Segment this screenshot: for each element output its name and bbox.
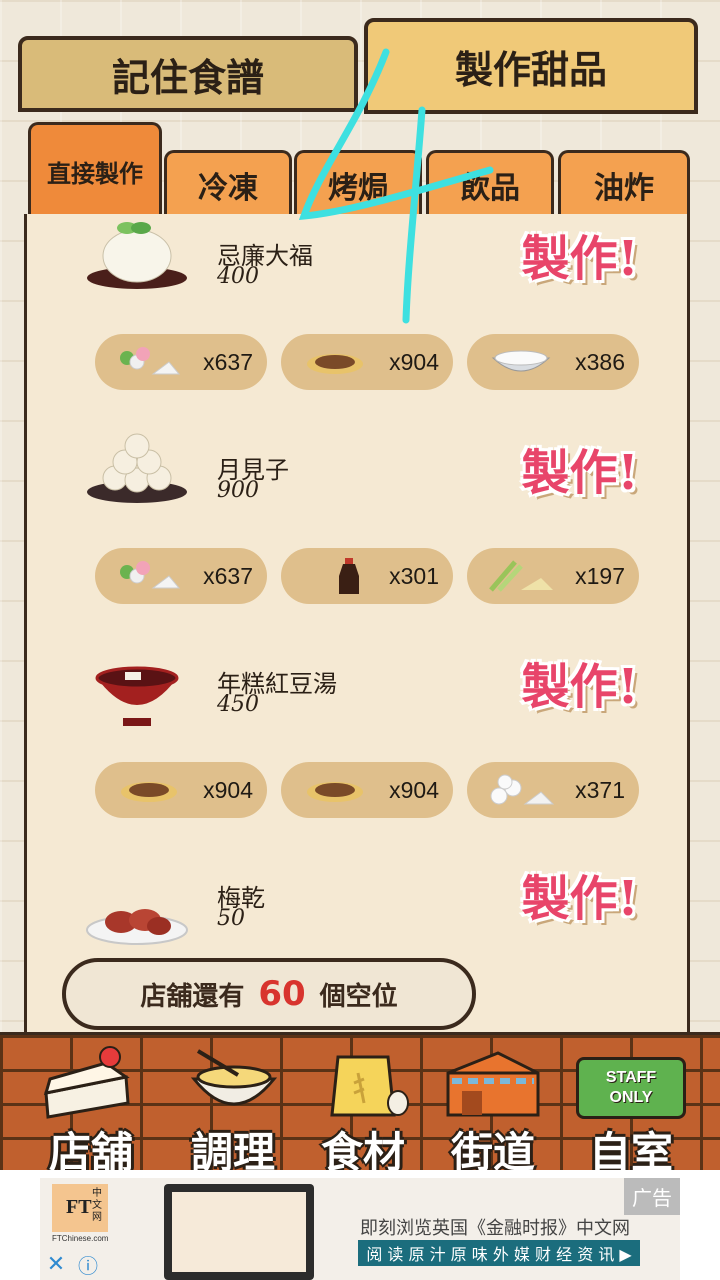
subtab-direct[interactable]: 直接製作: [28, 122, 162, 218]
bean-powder-icon: [307, 354, 363, 374]
make-button[interactable]: 製作!: [505, 862, 655, 927]
ingredient-chip: x386: [467, 334, 639, 390]
ingredient-chip: x371: [467, 762, 639, 818]
dango-flour-icon: [120, 561, 181, 589]
street-shop-icon: [446, 1051, 540, 1117]
nav-ingredients[interactable]: 食材: [298, 1043, 428, 1177]
ingredient-count: x197: [575, 562, 625, 589]
ingredient-count: x904: [203, 776, 253, 803]
dango-flour-icon: [120, 347, 181, 375]
dish-red-bean-soup-icon: [95, 666, 179, 726]
bean-powder-icon: [121, 782, 177, 802]
ad-screenshot-image: [164, 1184, 314, 1280]
ingredient-count: x301: [389, 562, 439, 589]
ingredient-chip: x904: [281, 334, 453, 390]
cake-icon: [43, 1046, 130, 1119]
dish-tsukimi-dango-icon: [87, 433, 187, 503]
ingredient-count: x637: [203, 562, 253, 589]
ad-headline: 即刻浏览英国《金融时报》中文网: [360, 1218, 630, 1239]
make-button[interactable]: 製作!: [505, 222, 655, 287]
ft-logo-text: FT: [66, 1196, 92, 1218]
seat-status-prefix: 店舖還有: [140, 981, 245, 1012]
soy-sauce-icon: [339, 558, 359, 594]
make-button[interactable]: 製作!: [505, 650, 655, 715]
nav-shop[interactable]: 店舖: [26, 1043, 156, 1177]
ingredient-chip: x904: [95, 762, 267, 818]
dish-price: 400: [217, 264, 259, 289]
recipe-list[interactable]: 忌廉大福 400 製作! x637 x904 x386 月見子 900 製作! …: [24, 214, 690, 1034]
ingredient-count: x904: [389, 348, 439, 375]
flour-sack-icon: [330, 1055, 409, 1117]
staff-only-text: STAFF ONLY: [605, 1069, 657, 1106]
bottom-navigation: 店舖 調理 食材 街道 STAFF ONLY 自室: [0, 1032, 720, 1177]
ingredient-count: x637: [203, 348, 253, 375]
subtab-fry[interactable]: 油炸: [558, 150, 690, 216]
make-button[interactable]: 製作!: [505, 436, 655, 501]
ft-logo: FT 中文网: [52, 1184, 108, 1232]
ingredient-count: x904: [389, 776, 439, 803]
shop-seat-status: 店舖還有 60 個空位: [62, 958, 476, 1030]
ad-label: 广告: [624, 1178, 680, 1215]
subtab-bake[interactable]: 烤焗: [294, 150, 422, 216]
tab-make-dessert[interactable]: 製作甜品: [364, 18, 698, 114]
ad-close-icon[interactable]: ✕: [42, 1250, 70, 1278]
ad-content[interactable]: FT 中文网 FTChinese.com 即刻浏览英国《金融时报》中文网 阅 读…: [40, 1178, 680, 1280]
ingredient-count: x386: [575, 348, 625, 375]
ingredient-chip: x904: [281, 762, 453, 818]
mochi-flour-icon: [490, 774, 555, 805]
dish-cream-daifuku-icon: [87, 222, 187, 289]
subtab-drink[interactable]: 飲品: [426, 150, 554, 216]
ad-banner[interactable]: FT 中文网 FTChinese.com 即刻浏览英国《金融时报》中文网 阅 读…: [0, 1170, 720, 1280]
ingredient-chip: x637: [95, 548, 267, 604]
ingredient-count: x371: [575, 776, 625, 803]
seat-count: 60: [258, 974, 306, 1014]
tab-recipes[interactable]: 記住食譜: [18, 36, 358, 112]
mixing-bowl-icon: [190, 1049, 278, 1106]
subtab-cold[interactable]: 冷凍: [164, 150, 292, 216]
ad-site: FTChinese.com: [52, 1234, 109, 1243]
ad-cta-button[interactable]: 阅 读 原 汁 原 味 外 媒 财 经 资 讯 ▶: [358, 1240, 640, 1266]
dish-dried-plum-icon: [86, 909, 188, 945]
ingredient-chip: x301: [281, 548, 453, 604]
dish-price: 450: [217, 692, 259, 717]
herb-powder-icon: [489, 560, 553, 592]
bean-powder-icon: [307, 782, 363, 802]
seat-status-suffix: 個空位: [319, 981, 398, 1012]
staff-only-sign-icon: STAFF ONLY: [576, 1057, 686, 1119]
dish-price: 900: [217, 478, 259, 503]
nav-room[interactable]: STAFF ONLY 自室: [566, 1043, 696, 1177]
nav-cook[interactable]: 調理: [168, 1043, 298, 1177]
cream-bowl-icon: [491, 350, 551, 372]
dish-price: 50: [217, 906, 245, 931]
ingredient-chip: x197: [467, 548, 639, 604]
nav-street[interactable]: 街道: [428, 1043, 558, 1177]
ad-info-icon[interactable]: ⓘ: [74, 1250, 102, 1278]
ingredient-chip: x637: [95, 334, 267, 390]
ft-logo-subtitle: 中文网: [92, 1188, 102, 1223]
